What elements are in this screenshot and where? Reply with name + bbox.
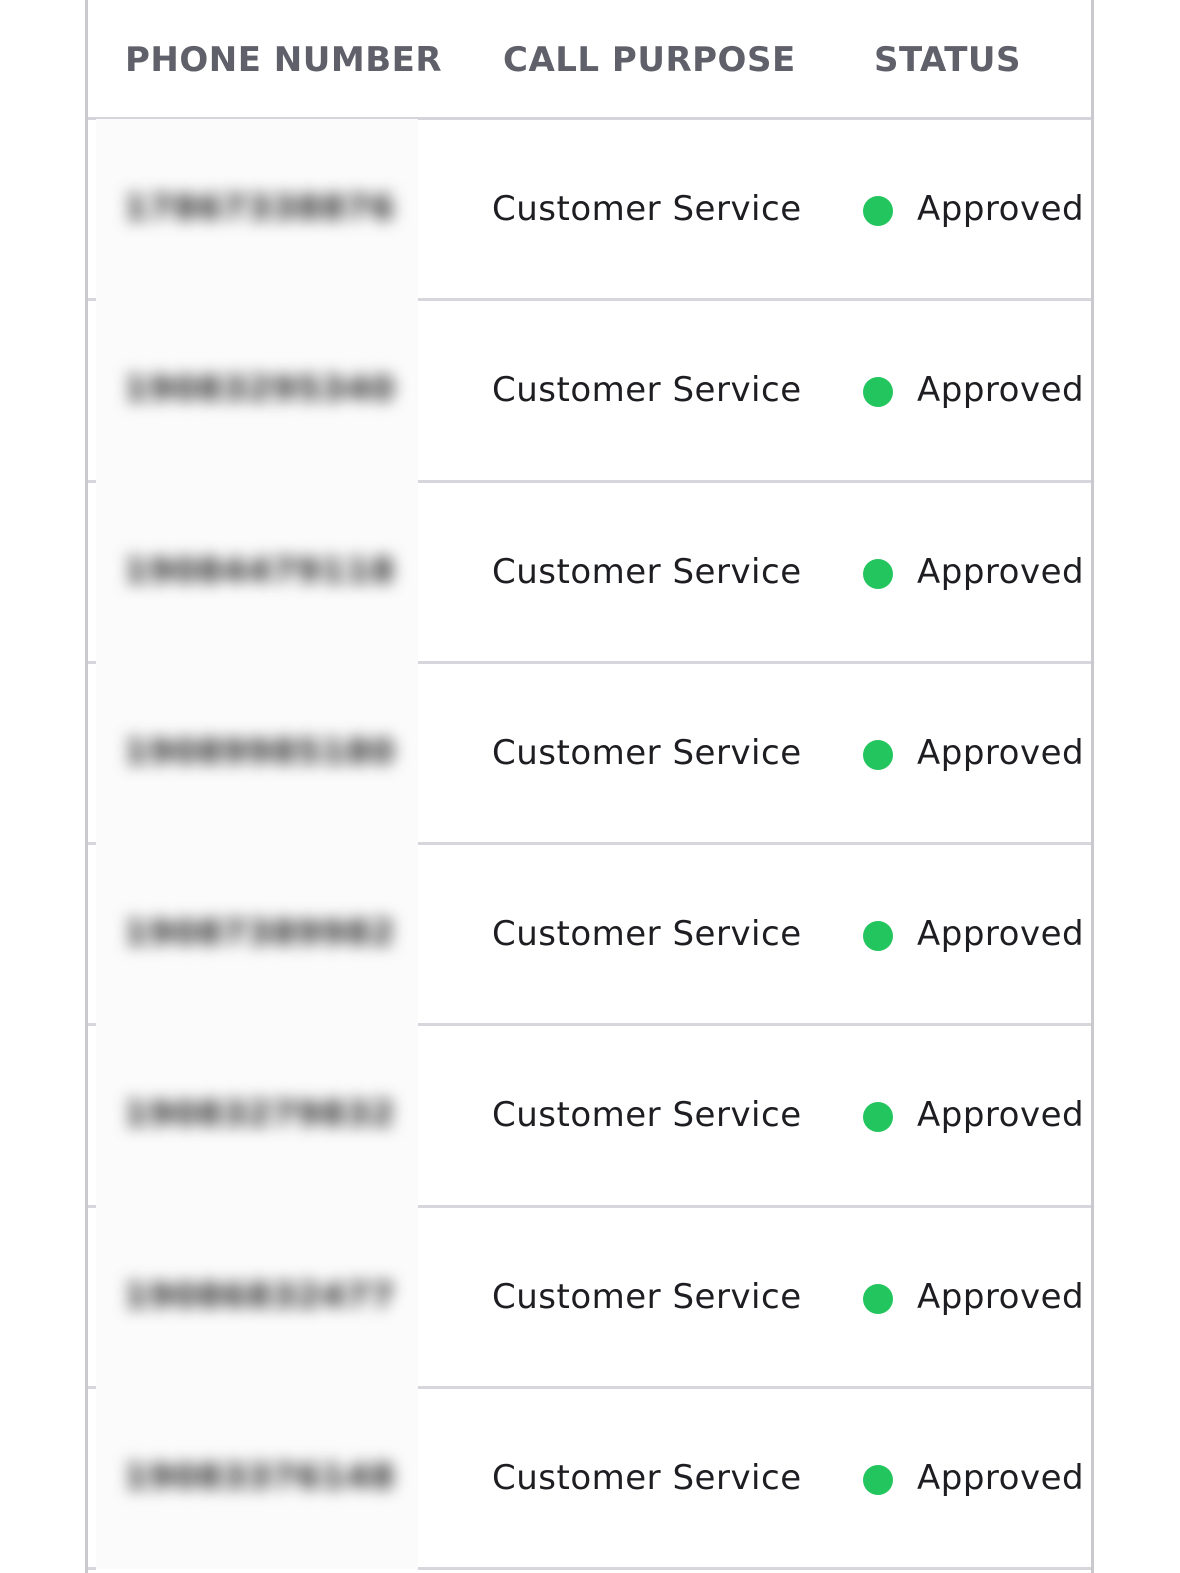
table-body: 17867338876 Customer Service Approved 19083… xyxy=(88,119,1091,1571)
call-purpose-cell: Customer Service xyxy=(492,914,802,955)
status-approved-dot-icon xyxy=(863,1465,893,1496)
phone-number-redacted: 17867338876 xyxy=(124,188,396,228)
call-purpose-cell: Customer Service xyxy=(492,189,802,229)
phone-number-redacted: 19083279832 xyxy=(124,1094,396,1135)
phone-number-cell: 19083295340 xyxy=(96,300,418,482)
status-approved-dot-icon xyxy=(863,196,893,226)
call-purpose-cell: Customer Service xyxy=(492,732,802,773)
status-label: Approved xyxy=(917,1095,1085,1136)
phone-number-redacted: 19083295340 xyxy=(124,369,396,410)
table-row[interactable]: 19089985180 Customer Service Approved xyxy=(88,662,1091,846)
status-label: Approved xyxy=(917,732,1085,773)
status-label: Approved xyxy=(917,370,1085,411)
status-approved-dot-icon xyxy=(863,377,893,408)
row-divider xyxy=(418,1567,1091,1571)
row-divider-left xyxy=(88,1567,96,1571)
status-approved-dot-icon xyxy=(863,739,893,770)
table-row[interactable]: 19084479118 Customer Service Approved xyxy=(88,481,1091,664)
call-purpose-cell: Customer Service xyxy=(492,551,802,592)
phone-number-cell: 19083376148 xyxy=(96,1388,418,1570)
status-approved-dot-icon xyxy=(863,1283,893,1314)
table-row[interactable]: 19083295340 Customer Service Approved xyxy=(88,300,1091,483)
call-purpose-cell: Customer Service xyxy=(492,370,802,411)
status-approved-dot-icon xyxy=(863,1102,893,1133)
status-approved-dot-icon xyxy=(863,558,893,589)
phone-number-redacted: 19086832477 xyxy=(124,1275,396,1316)
table-row[interactable]: 19083376148 Customer Service Approved xyxy=(88,1388,1091,1571)
table-header-row: PHONE NUMBER CALL PURPOSE STATUS xyxy=(88,0,1091,120)
phone-number-redacted: 19087389982 xyxy=(124,913,396,954)
call-log-table: PHONE NUMBER CALL PURPOSE STATUS 1786733… xyxy=(85,0,1094,1573)
phone-number-redacted: 19089985180 xyxy=(124,731,396,772)
phone-number-redacted: 19084479118 xyxy=(124,550,396,591)
status-approved-dot-icon xyxy=(863,921,893,952)
phone-number-redacted: 19083376148 xyxy=(124,1457,396,1498)
status-label: Approved xyxy=(917,189,1085,229)
phone-number-cell: 19089985180 xyxy=(96,662,418,845)
phone-number-cell: 19084479118 xyxy=(96,481,418,663)
status-label: Approved xyxy=(917,914,1085,955)
phone-number-cell: 19083279832 xyxy=(96,1025,418,1207)
phone-number-cell: 19087389982 xyxy=(96,844,418,1026)
phone-number-cell: 17867338876 xyxy=(96,119,418,301)
call-purpose-cell: Customer Service xyxy=(492,1095,802,1136)
status-label: Approved xyxy=(917,1276,1085,1317)
column-header-phone-number[interactable]: PHONE NUMBER xyxy=(125,40,442,80)
column-header-status[interactable]: STATUS xyxy=(874,40,1021,80)
column-header-call-purpose[interactable]: CALL PURPOSE xyxy=(503,40,796,80)
call-purpose-cell: Customer Service xyxy=(492,1276,802,1317)
table-row[interactable]: 17867338876 Customer Service Approved xyxy=(88,119,1091,302)
table-row[interactable]: 19087389982 Customer Service Approved xyxy=(88,844,1091,1027)
table-row[interactable]: 19086832477 Customer Service Approved xyxy=(88,1206,1091,1390)
phone-number-cell: 19086832477 xyxy=(96,1206,418,1389)
status-label: Approved xyxy=(917,1458,1085,1499)
call-purpose-cell: Customer Service xyxy=(492,1458,802,1499)
status-label: Approved xyxy=(917,551,1085,592)
table-row[interactable]: 19083279832 Customer Service Approved xyxy=(88,1025,1091,1208)
